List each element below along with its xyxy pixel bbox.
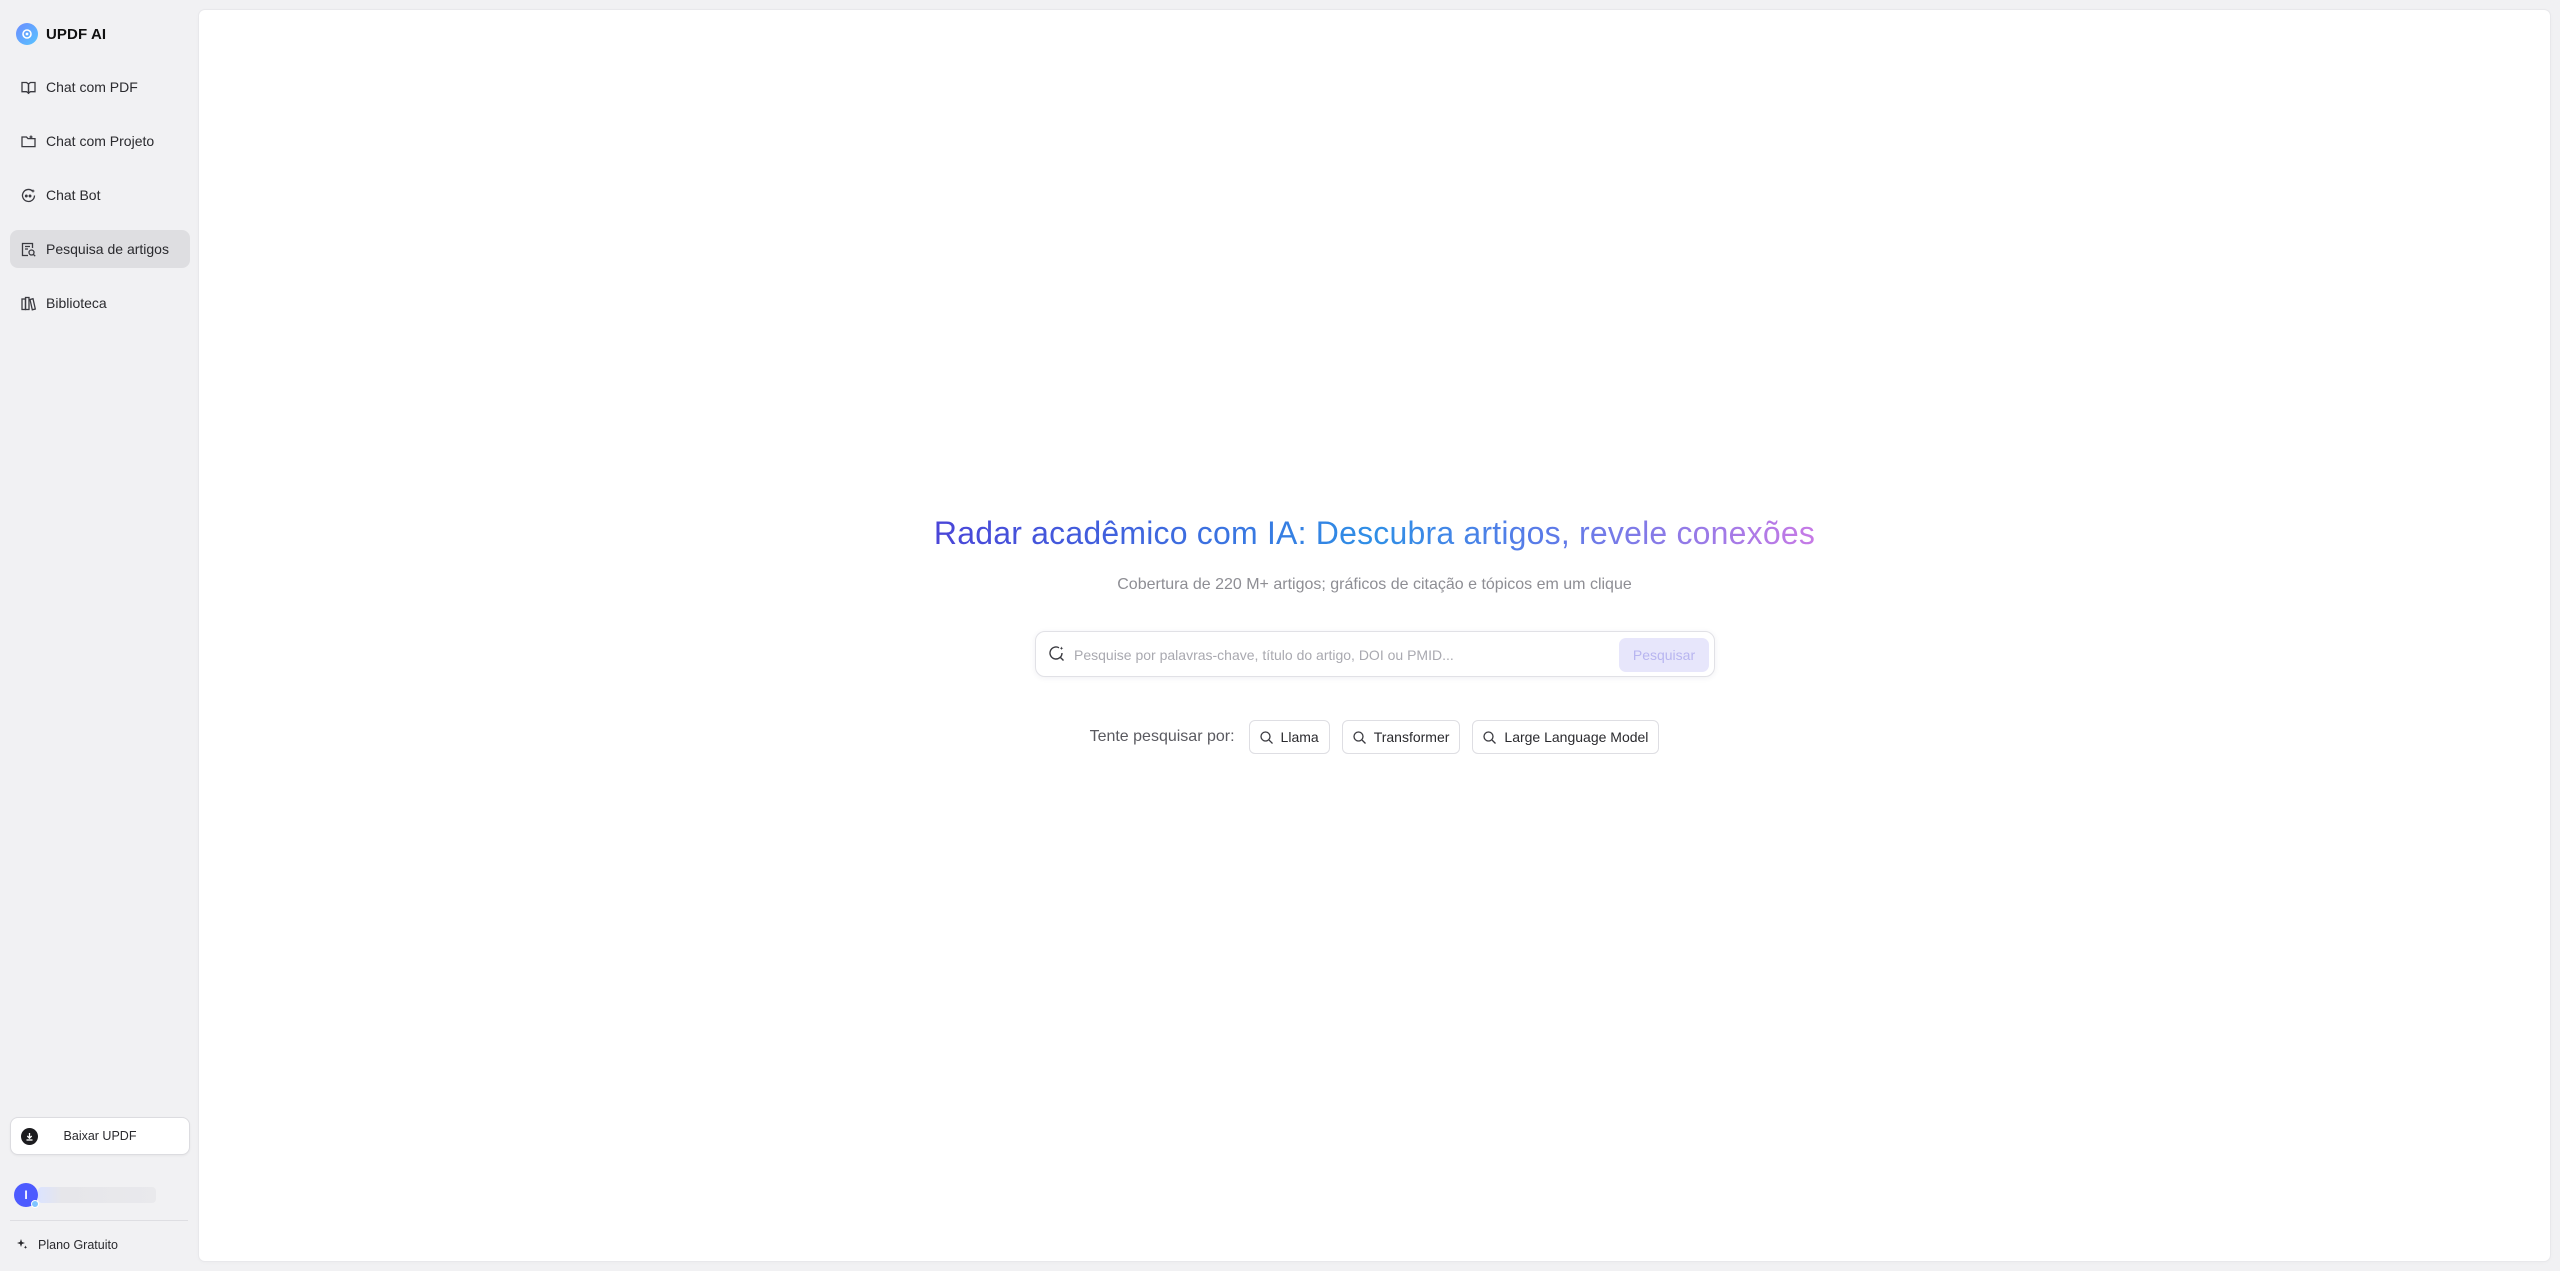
library-icon <box>20 295 37 312</box>
plan-label: Plano Gratuito <box>38 1238 118 1252</box>
sidebar-nav: Chat com PDF Chat com Projeto Chat Bot P… <box>10 68 190 338</box>
suggestion-chip-llama[interactable]: Llama <box>1248 720 1330 754</box>
suggestion-chip-transformer[interactable]: Transformer <box>1341 720 1461 754</box>
search-suggestions: Tente pesquisar por: Llama Transformer L… <box>199 720 2550 754</box>
chip-label: Transformer <box>1373 729 1450 745</box>
download-label: Baixar UPDF <box>63 1129 137 1143</box>
search-box: Pesquisar <box>1035 631 1715 677</box>
divider <box>10 1220 188 1221</box>
plan-link[interactable]: Plano Gratuito <box>16 1236 118 1254</box>
suggestions-label: Tente pesquisar por: <box>1089 728 1235 745</box>
sidebar-item-label: Chat com Projeto <box>46 133 155 149</box>
sidebar-item-biblioteca[interactable]: Biblioteca <box>10 284 190 322</box>
brand-name: UPDF AI <box>46 25 107 43</box>
sidebar-item-chat-com-pdf[interactable]: Chat com PDF <box>10 68 190 106</box>
sidebar-item-label: Pesquisa de artigos <box>46 241 169 257</box>
search-button[interactable]: Pesquisar <box>1619 638 1709 672</box>
page-subtitle: Cobertura de 220 M+ artigos; gráficos de… <box>1117 576 1632 593</box>
book-open-icon <box>20 79 37 96</box>
suggestion-chip-large-language-model[interactable]: Large Language Model <box>1472 720 1660 754</box>
article-search-icon <box>20 241 37 258</box>
main-panel: Radar acadêmico com IA: Descubra artigos… <box>199 10 2550 1261</box>
chip-label: Llama <box>1280 729 1319 745</box>
search-icon <box>1353 730 1366 744</box>
avatar-initial: I <box>24 1188 28 1202</box>
chip-label: Large Language Model <box>1504 729 1649 745</box>
sidebar-item-pesquisa-de-artigos[interactable]: Pesquisa de artigos <box>10 230 190 268</box>
search-icon <box>1483 730 1497 744</box>
user-profile[interactable]: I <box>14 1183 164 1208</box>
brand[interactable]: UPDF AI <box>16 22 106 46</box>
sidebar: UPDF AI Chat com PDF Chat com Projeto Ch… <box>0 0 199 1271</box>
download-updf-button[interactable]: Baixar UPDF <box>10 1117 190 1155</box>
sidebar-item-chat-bot[interactable]: Chat Bot <box>10 176 190 214</box>
folder-icon <box>20 133 37 150</box>
chat-bot-icon <box>20 187 37 204</box>
sidebar-item-label: Chat Bot <box>46 187 101 203</box>
hero: Radar acadêmico com IA: Descubra artigos… <box>199 515 2550 552</box>
user-name-placeholder <box>38 1187 156 1203</box>
download-icon <box>21 1128 38 1145</box>
status-dot-icon <box>31 1200 39 1208</box>
app-window: UPDF AI Chat com PDF Chat com Projeto Ch… <box>0 0 2560 1271</box>
sidebar-item-label: Biblioteca <box>46 295 107 311</box>
page-title: Radar acadêmico com IA: Descubra artigos… <box>933 515 1816 551</box>
search-icon <box>1259 730 1273 744</box>
ai-search-icon <box>1048 645 1066 663</box>
search-input[interactable] <box>1074 640 1614 670</box>
sidebar-item-chat-com-projeto[interactable]: Chat com Projeto <box>10 122 190 160</box>
sidebar-item-label: Chat com PDF <box>46 79 138 95</box>
sparkle-icon <box>16 1238 28 1253</box>
updf-logo-icon <box>16 23 38 45</box>
avatar[interactable]: I <box>14 1183 39 1208</box>
